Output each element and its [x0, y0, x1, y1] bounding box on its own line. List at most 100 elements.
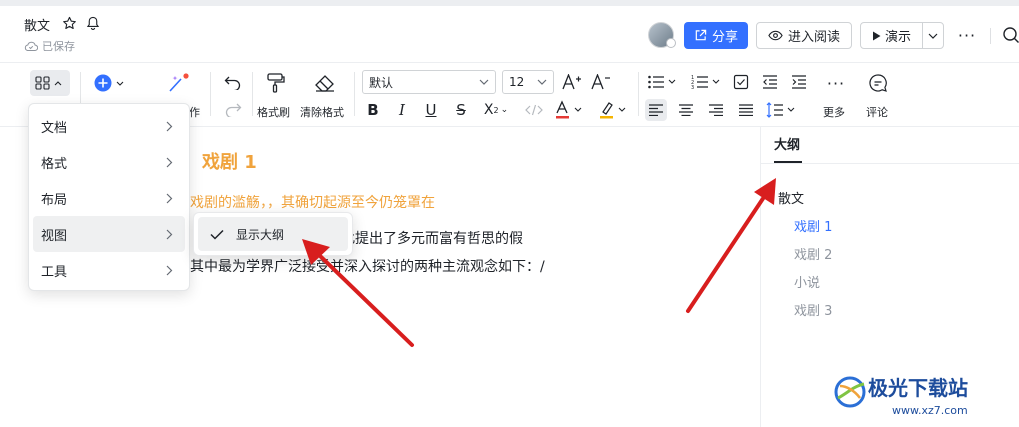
toolbar-separator — [210, 72, 211, 116]
document-heading[interactable]: 戏剧 1 — [202, 148, 257, 174]
view-submenu: 显示大纲 — [193, 212, 353, 256]
cloud-check-icon — [24, 41, 38, 51]
redo-button[interactable] — [222, 98, 244, 120]
search-icon[interactable] — [1002, 25, 1019, 49]
format-painter-button[interactable] — [263, 70, 289, 96]
outline-item[interactable]: 戏剧 2 — [794, 244, 832, 263]
align-left-button[interactable] — [645, 99, 667, 121]
underline-icon[interactable]: U — [421, 99, 441, 121]
undo-button[interactable] — [222, 71, 244, 93]
saved-status-text: 已保存 — [42, 40, 75, 53]
read-mode-button[interactable]: 进入阅读 — [756, 22, 852, 49]
line-height-button[interactable] — [765, 99, 799, 121]
highlight-button[interactable] — [597, 99, 631, 121]
outline-item[interactable]: 小说 — [794, 272, 820, 291]
menu-item-label: 布局 — [41, 192, 68, 208]
menu-item-layout[interactable]: 布局 — [33, 180, 185, 216]
svg-text:3: 3 — [691, 85, 694, 90]
font-color-icon — [556, 100, 582, 119]
share-icon — [695, 29, 707, 41]
menu-item-label: 文档 — [41, 120, 68, 136]
align-right-icon — [709, 104, 723, 116]
font-family-value: 默认 — [369, 75, 394, 90]
star-icon[interactable] — [60, 14, 78, 32]
justify-icon — [739, 104, 753, 116]
chevron-right-icon — [166, 265, 173, 275]
eye-icon — [768, 30, 783, 41]
avatar-badge — [666, 38, 676, 48]
bold-icon[interactable]: B — [363, 99, 383, 121]
outline-item-active[interactable]: 戏剧 1 — [794, 216, 832, 235]
outline-tab[interactable]: 大纲 — [774, 134, 800, 153]
menu-item-view[interactable]: 视图 — [33, 216, 185, 252]
superscript-icon[interactable]: X 2 ⌄ — [481, 99, 511, 121]
indent-icon — [792, 75, 806, 89]
font-decrease-icon — [591, 74, 610, 90]
saved-status: 已保存 — [24, 38, 75, 54]
chevron-right-icon — [166, 229, 173, 239]
chevron-right-icon — [166, 121, 173, 131]
decrease-font-button[interactable] — [590, 71, 612, 93]
comment-icon — [869, 74, 887, 92]
align-left-icon — [649, 104, 663, 116]
chevron-right-icon — [166, 193, 173, 203]
indent-button[interactable] — [789, 71, 809, 93]
present-button[interactable]: 演示 — [861, 23, 923, 48]
menu-item-label: 工具 — [41, 264, 68, 280]
plus-circle-icon — [94, 74, 124, 92]
show-outline-label: 显示大纲 — [236, 227, 285, 242]
outline-item[interactable]: 戏剧 3 — [794, 300, 832, 319]
align-right-button[interactable] — [705, 99, 727, 121]
toolbar-separator — [638, 72, 639, 116]
strikethrough-icon[interactable]: S — [451, 99, 471, 121]
present-dropdown[interactable] — [923, 33, 943, 39]
font-size-value: 12 — [509, 75, 525, 89]
clear-format-label: 清除格式 — [300, 106, 344, 119]
document-paragraph[interactable]: 其中最为学界广泛接受并深入探讨的两种主流观念如下：/ — [190, 256, 545, 276]
present-label: 演示 — [884, 30, 911, 45]
chevron-down-icon — [537, 79, 547, 85]
outline-item[interactable]: 散文 — [778, 188, 804, 207]
checklist-button[interactable] — [731, 71, 751, 93]
paint-brush-icon — [267, 73, 285, 93]
bell-icon[interactable] — [84, 14, 102, 32]
format-painter-label: 格式刷 — [257, 106, 290, 119]
magic-wand-icon — [169, 73, 189, 92]
line-height-icon — [766, 102, 795, 118]
menu-item-document[interactable]: 文档 — [33, 108, 185, 144]
menu-toggle-button[interactable] — [30, 70, 70, 96]
ai-magic-button[interactable] — [163, 70, 193, 96]
clear-format-button[interactable] — [312, 70, 338, 96]
more-tools-label: 更多 — [823, 106, 845, 119]
justify-button[interactable] — [735, 99, 757, 121]
menu-item-format[interactable]: 格式 — [33, 144, 185, 180]
insert-button[interactable] — [90, 70, 130, 96]
top-strip — [0, 0, 1019, 6]
more-tools-icon[interactable]: ··· — [823, 72, 849, 94]
menu-item-tools[interactable]: 工具 — [33, 252, 185, 288]
grid-icon — [35, 76, 62, 90]
present-button-group: 演示 — [860, 22, 944, 49]
share-button[interactable]: 分享 — [684, 22, 748, 49]
comment-button[interactable] — [866, 71, 890, 95]
bullet-list-button[interactable] — [646, 71, 680, 93]
font-color-button[interactable] — [553, 99, 587, 121]
code-icon[interactable] — [522, 99, 546, 121]
more-options-icon[interactable]: ··· — [956, 22, 978, 49]
share-label: 分享 — [711, 30, 738, 45]
header-separator — [990, 28, 991, 44]
font-family-select[interactable]: 默认 — [362, 70, 496, 94]
font-size-select[interactable]: 12 — [502, 70, 554, 94]
document-subheading[interactable]: 戏剧的滥觞，，其确切起源至今仍笼罩在 — [190, 192, 435, 212]
outdent-button[interactable] — [760, 71, 780, 93]
outdent-icon — [763, 75, 777, 89]
ordered-list-button[interactable]: 123 — [690, 71, 724, 93]
watermark-url: www.xz7.com — [892, 404, 968, 417]
italic-icon[interactable]: I — [392, 99, 412, 121]
increase-font-button[interactable] — [561, 71, 583, 93]
ordered-list-icon: 123 — [691, 75, 720, 90]
align-center-button[interactable] — [675, 99, 697, 121]
show-outline-option[interactable]: 显示大纲 — [198, 217, 348, 251]
document-title[interactable]: 散文 — [24, 15, 50, 34]
toolbar-separator — [252, 72, 253, 116]
